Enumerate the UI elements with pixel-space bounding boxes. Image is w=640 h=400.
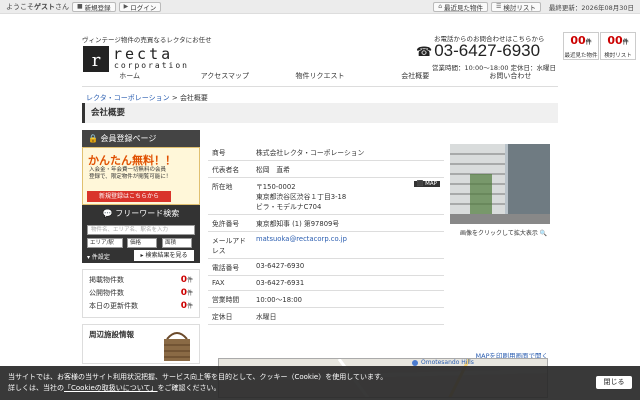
price-select[interactable]: 価格 (127, 238, 157, 248)
table-row: FAX 03-6427-6931 (208, 275, 444, 291)
chat-icon: 💬 (102, 209, 113, 218)
nav-contact[interactable]: お問い合わせ (463, 65, 558, 86)
table-row: 免許番号 東京都知事 (1) 第97809号 (208, 214, 444, 232)
table-row: 商号 株式会社レクタ・コーポレーション (208, 144, 444, 161)
table-row: 定休日 水曜日 (208, 307, 444, 325)
search-input[interactable]: 物件名、エリア名、駅名を入力 (87, 225, 195, 235)
nav-property-request[interactable]: 物件リクエスト (272, 65, 367, 86)
tagline: ヴィンテージ物件の売買なるレクタにお任せ (82, 36, 212, 44)
phone-icon: ☎ (416, 44, 433, 59)
table-row: 電話番号 03-6427-6930 (208, 258, 444, 276)
recent-properties-button[interactable]: ⌂ 最近見た物件 (433, 1, 489, 12)
member-title: 🔒 会員登録ページ (82, 130, 200, 147)
page-title-bar: 会社概要 (82, 103, 558, 123)
basket-image (164, 332, 190, 361)
promo-register-button[interactable]: 新規登録はこちらから (87, 191, 171, 202)
lock-icon: 🔒 (88, 134, 98, 143)
header: ヴィンテージ物件の売買なるレクタにお任せ r recta corporation… (0, 14, 640, 72)
zoom-icon[interactable]: 🔍 (540, 230, 547, 237)
cookie-close-button[interactable]: 閉じる (596, 376, 632, 389)
table-row: メールアドレス matsuoka@rectacorp.co.jp (208, 231, 444, 259)
phone-number: ☎ 03-6427-6930 (416, 41, 541, 60)
house-icon: ⌂ (438, 3, 443, 10)
property-counts: 掲載物件数 0件 公開物件数 0件 本日の更新件数 0件 (82, 269, 200, 318)
top-bar: ようこそゲストさん ■ 新規登録 ▶ ログイン ⌂ 最近見た物件 ☰ 検討リスト 最終更… (0, 0, 640, 14)
map-place-label: Omotesando Hills (421, 359, 474, 366)
photo-caption: 画像をクリックして拡大表示 🔍 (460, 230, 548, 237)
favorites-counter[interactable]: 00件 検討リスト (600, 32, 636, 60)
page-title: 会社概要 (91, 108, 126, 118)
nearby-facilities[interactable]: 周辺施設情報 (82, 324, 200, 364)
area-select[interactable]: エリア/駅 (87, 238, 123, 248)
building-photo[interactable] (450, 144, 550, 224)
size-select[interactable]: 面積 (162, 238, 192, 248)
nav-home[interactable]: ホーム (82, 65, 177, 86)
cookie-banner: 当サイトでは、お客様の当サイト利用状況把握、サービス向上等を目的として、クッキー… (0, 366, 640, 400)
login-button[interactable]: ▶ ログイン (118, 1, 162, 12)
company-table: 商号 株式会社レクタ・コーポレーション 代表者名 松岡 直希 所在地 ⬛ MAP 〒15… (208, 144, 444, 325)
breadcrumb-home[interactable]: レクタ・コーポレーション (86, 94, 170, 102)
email-link[interactable]: matsuoka@rectacorp.co.jp (256, 235, 347, 243)
nav-company[interactable]: 会社概要 (368, 65, 463, 86)
breadcrumb-current: 会社概要 (179, 94, 208, 102)
count-row: 掲載物件数 0件 (89, 275, 193, 285)
search-button[interactable]: ▸ 検索結果を見る (134, 250, 194, 261)
register-button[interactable]: ■ 新規登録 (72, 1, 116, 12)
table-row: 営業時間 10:00〜18:00 (208, 290, 444, 308)
user-add-icon: ■ (77, 3, 83, 10)
table-row: 所在地 ⬛ MAP 〒150-0002 東京都渋谷区渋谷１丁目3-18 ビラ・モデル… (208, 177, 444, 215)
freeword-search: 💬 フリーワード検索 物件名、エリア名、駅名を入力 エリア/駅 価格 面積 ▾ … (82, 205, 200, 263)
breadcrumb: レクタ・コーポレーション > 会社概要 (86, 94, 208, 102)
welcome-text: ようこそゲストさん (6, 2, 69, 11)
member-promo: かんたん無料！！ 入会金・年会費一切無料の会員 登録で、限定物件が閲覧可能に！ 新… (82, 147, 200, 205)
condition-label: ▾ 件設定 (87, 254, 110, 261)
main-nav: ホーム アクセスマップ 物件リクエスト 会社概要 お問い合わせ (82, 65, 558, 87)
list-icon: ☰ (496, 3, 502, 10)
cookie-policy-link[interactable]: 「Cookieの取扱いについて」 (64, 384, 158, 392)
table-row: 代表者名 松岡 直希 (208, 160, 444, 178)
count-row: 本日の更新件数 0件 (89, 301, 193, 311)
map-badge[interactable]: ⬛ MAP (413, 181, 440, 187)
nav-access-map[interactable]: アクセスマップ (177, 65, 272, 86)
sidebar: 🔒 会員登録ページ かんたん無料！！ 入会金・年会費一切無料の会員 登録で、限定物… (82, 130, 200, 364)
favorites-button[interactable]: ☰ 検討リスト (491, 1, 541, 12)
count-row: 公開物件数 0件 (89, 288, 193, 298)
login-icon: ▶ (123, 3, 129, 10)
recent-counter[interactable]: 00件 最近見た物件 (563, 32, 599, 60)
last-updated: 最終更新：2026年08月30日 (548, 3, 634, 12)
